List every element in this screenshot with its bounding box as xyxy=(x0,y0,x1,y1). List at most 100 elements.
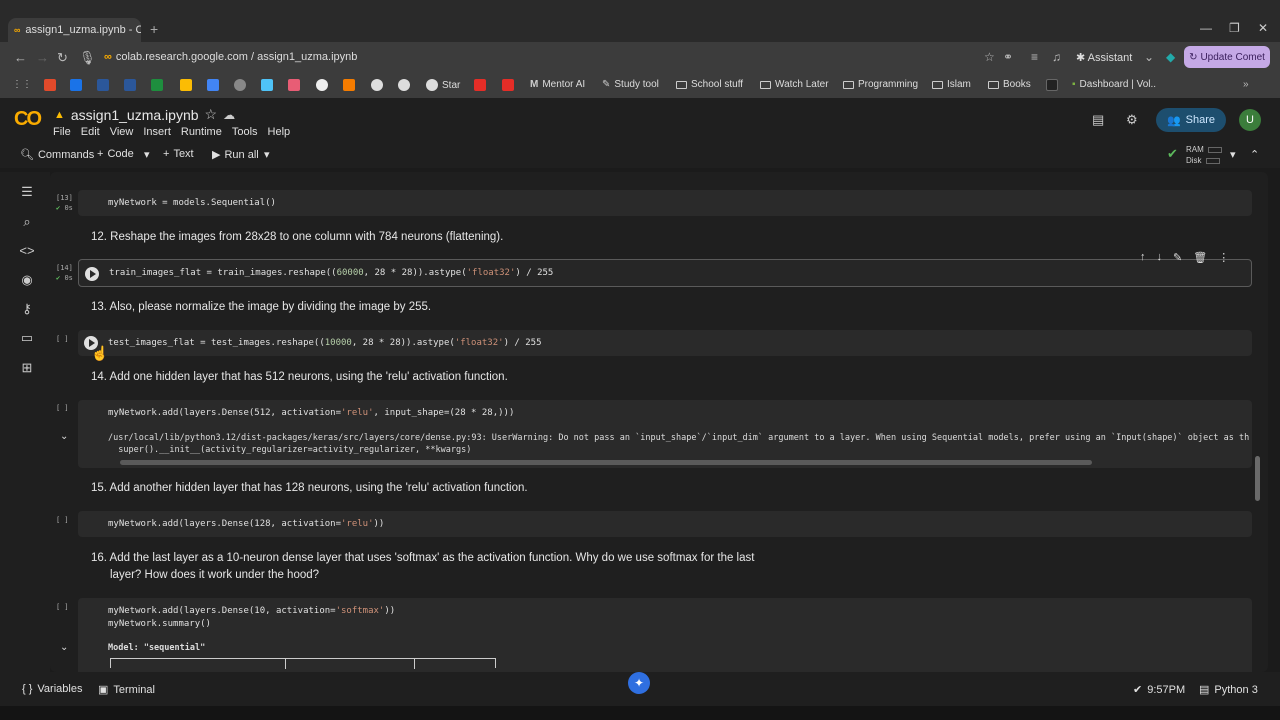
bookmark-favicon-icon[interactable] xyxy=(97,79,109,91)
bookmark-dashboard[interactable]: ▪ Dashboard | Vol.. xyxy=(1072,79,1156,90)
audio-icon[interactable]: ♫ xyxy=(1052,50,1061,64)
new-tab-icon[interactable]: + xyxy=(150,21,158,37)
link-icon[interactable]: ⚭ xyxy=(1003,50,1013,64)
markdown-cell-cont[interactable]: layer? How does it work under the hood? xyxy=(110,567,319,584)
bookmark-favicon-icon[interactable] xyxy=(151,79,163,91)
code-snippets-icon[interactable]: <> xyxy=(19,243,35,259)
bookmark-favicon-icon[interactable] xyxy=(371,79,383,91)
more-bookmarks-icon[interactable]: » xyxy=(1243,79,1249,90)
menu-runtime[interactable]: Runtime xyxy=(181,126,222,138)
maximize-icon[interactable]: ❐ xyxy=(1229,21,1240,35)
comment-icon[interactable]: ▤ xyxy=(1092,112,1104,128)
code-cell[interactable]: myNetwork.add(layers.Dense(128, activati… xyxy=(78,511,1252,537)
run-all-button[interactable]: ▶ Run all xyxy=(212,148,259,162)
menu-help[interactable]: Help xyxy=(268,126,291,138)
run-all-dropdown-icon[interactable]: ▾ xyxy=(264,148,270,161)
minimize-icon[interactable]: — xyxy=(1200,21,1212,35)
data-table-icon[interactable]: ⊞ xyxy=(19,360,35,376)
update-comet-button[interactable]: ↻ Update Comet xyxy=(1184,46,1270,68)
markdown-cell[interactable]: 15. Add another hidden layer that has 12… xyxy=(91,480,528,497)
bookmark-star[interactable]: Star xyxy=(426,79,460,91)
avatar[interactable]: U xyxy=(1239,109,1261,131)
add-text-button[interactable]: + Text xyxy=(163,148,194,160)
bookmark-programming[interactable]: Programming xyxy=(843,79,918,90)
add-code-button[interactable]: + Code xyxy=(97,148,134,160)
notebook-vertical-scrollbar[interactable] xyxy=(1255,456,1260,501)
code-cell[interactable]: test_images_flat = test_images.reshape((… xyxy=(78,330,1252,356)
colab-logo[interactable]: CO xyxy=(14,108,42,131)
bookmark-star-icon[interactable]: ☆ xyxy=(984,50,995,64)
output-horizontal-scrollbar[interactable] xyxy=(120,460,1092,465)
settings-gear-icon[interactable]: ⚙ xyxy=(1126,112,1138,128)
assistant-button[interactable]: ✱ Assistant xyxy=(1076,51,1132,64)
code-cell-focused[interactable]: train_images_flat = train_images.reshape… xyxy=(78,259,1252,287)
bookmark-favicon-icon[interactable] xyxy=(1046,79,1058,91)
bookmark-favicon-icon[interactable] xyxy=(207,79,219,91)
youtube-icon[interactable] xyxy=(474,79,486,91)
more-options-icon[interactable]: ⋮ xyxy=(1218,251,1229,264)
chevron-down-icon[interactable]: ⌄ xyxy=(1144,50,1154,64)
browser-tab[interactable]: ∞ assign1_uzma.ipynb - Col ✕ xyxy=(8,18,141,42)
delete-icon[interactable]: 🗑︎ xyxy=(1193,251,1207,264)
edit-icon[interactable]: ✎ xyxy=(1173,251,1182,264)
bookmark-favicon-icon[interactable] xyxy=(343,79,355,91)
kernel-indicator[interactable]: ▤ Python 3 xyxy=(1199,683,1258,697)
markdown-cell[interactable]: 12. Reshape the images from 28x28 to one… xyxy=(91,229,503,246)
menu-file[interactable]: File xyxy=(53,126,71,138)
youtube-icon[interactable] xyxy=(502,79,514,91)
reload-icon[interactable]: ↻ xyxy=(57,50,68,66)
bookmark-mentor-ai[interactable]: M Mentor AI xyxy=(530,79,585,90)
runtime-dropdown-icon[interactable]: ▾ xyxy=(1230,148,1236,161)
code-dropdown-icon[interactable]: ▾ xyxy=(144,148,150,161)
markdown-cell[interactable]: 14. Add one hidden layer that has 512 ne… xyxy=(91,369,508,386)
move-up-icon[interactable]: ↑ xyxy=(1140,251,1146,264)
bookmark-favicon-icon[interactable] xyxy=(261,79,273,91)
collapse-icon[interactable]: ⌃ xyxy=(1250,148,1259,161)
markdown-cell[interactable]: 16. Add the last layer as a 10-neuron de… xyxy=(91,550,754,567)
url-field[interactable]: ∞ colab.research.google.com / assign1_uzm… xyxy=(104,51,357,63)
bookmark-school-stuff[interactable]: School stuff xyxy=(676,79,743,90)
bookmark-favicon-icon[interactable] xyxy=(124,79,136,91)
terminal-button[interactable]: ▣ Terminal xyxy=(98,683,155,697)
bookmark-watch-later[interactable]: Watch Later xyxy=(760,79,829,90)
run-cell-icon[interactable] xyxy=(85,267,99,281)
bookmark-favicon-icon[interactable] xyxy=(288,79,300,91)
menu-edit[interactable]: Edit xyxy=(81,126,100,138)
close-window-icon[interactable]: ✕ xyxy=(1258,21,1268,35)
bookmark-favicon-icon[interactable] xyxy=(316,79,328,91)
github-icon[interactable] xyxy=(398,79,410,91)
commands-button[interactable]: 🔍︎ Commands xyxy=(20,148,94,162)
menu-insert[interactable]: Insert xyxy=(143,126,171,138)
collapse-output-icon[interactable]: ⌄ xyxy=(60,431,68,442)
mic-icon[interactable]: 🎙 xyxy=(79,50,96,66)
bookmark-favicon-icon[interactable] xyxy=(234,79,246,91)
code-cell[interactable]: myNetwork = models.Sequential() xyxy=(78,190,1252,216)
bookmark-favicon-icon[interactable] xyxy=(70,79,82,91)
apps-grid-icon[interactable]: ⋮⋮ xyxy=(12,79,32,90)
bookmark-books[interactable]: Books xyxy=(988,79,1031,90)
bookmark-favicon-icon[interactable] xyxy=(180,79,192,91)
menu-view[interactable]: View xyxy=(110,126,134,138)
variables-inspector-icon[interactable]: ◉ xyxy=(19,272,35,288)
ram-disk-indicator[interactable]: RAM Disk xyxy=(1186,144,1222,166)
bookmark-favicon-icon[interactable] xyxy=(44,79,56,91)
menu-tools[interactable]: Tools xyxy=(232,126,258,138)
gemini-icon[interactable]: ✦ xyxy=(628,672,650,694)
extension-icon[interactable]: ◆ xyxy=(1166,50,1175,64)
bookmark-study-tool[interactable]: ✎ Study tool xyxy=(602,79,659,90)
find-icon[interactable]: ⌕ xyxy=(19,214,35,230)
back-icon[interactable]: ← xyxy=(14,50,27,65)
notebook-title[interactable]: assign1_uzma.ipynb xyxy=(71,107,199,123)
list-icon[interactable]: ≡ xyxy=(1031,50,1038,64)
execution-status[interactable]: ✔ 9:57PM xyxy=(1133,683,1185,697)
move-down-icon[interactable]: ↓ xyxy=(1157,251,1163,264)
files-folder-icon[interactable]: ▭ xyxy=(19,330,35,346)
table-of-contents-icon[interactable]: ☰ xyxy=(19,184,35,200)
forward-icon[interactable]: → xyxy=(36,50,49,65)
markdown-cell[interactable]: 13. Also, please normalize the image by … xyxy=(91,299,431,316)
variables-button[interactable]: { } Variables xyxy=(22,683,82,695)
cloud-icon[interactable]: ☁ xyxy=(223,108,235,122)
secrets-key-icon[interactable]: ⚷ xyxy=(19,301,35,317)
bookmark-islam[interactable]: Islam xyxy=(932,79,971,90)
share-button[interactable]: 👥 Share xyxy=(1156,108,1226,132)
